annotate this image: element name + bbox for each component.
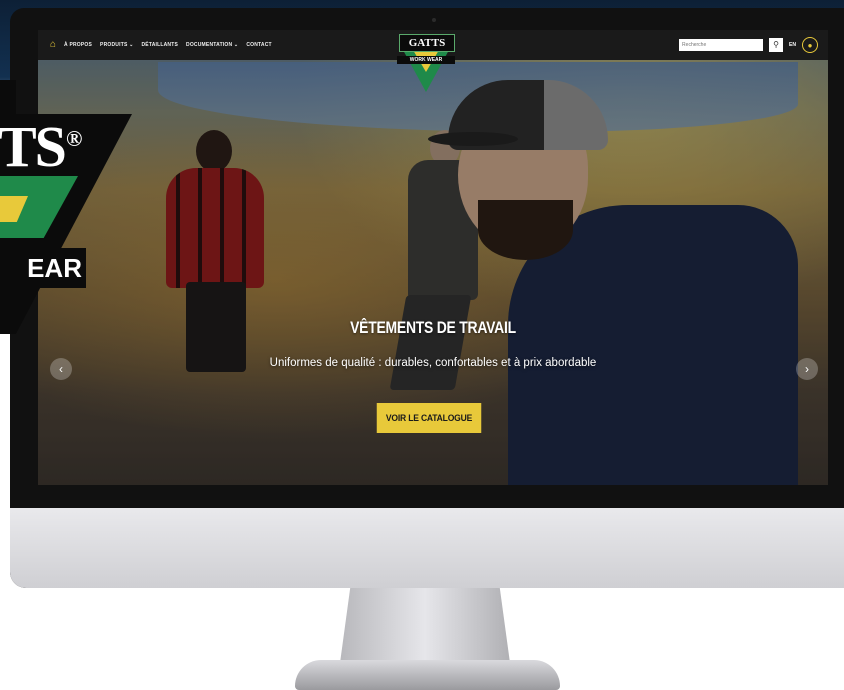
nav-menu: ⌂ À PROPOS PRODUITS ⌄ DÉTAILLANTS DOCUME… [38,40,272,50]
search-input[interactable] [679,39,764,51]
search-icon[interactable]: ⚲ [769,38,784,52]
nav-item-a-propos[interactable]: À PROPOS [64,42,92,48]
brand-logo-overlay: TS ® EAR [0,80,140,340]
chevron-right-icon[interactable]: › [796,358,818,380]
site-logo[interactable]: GATTS WORK WEAR [393,34,459,94]
nav-item-documentation[interactable]: DOCUMENTATION ⌄ [186,42,238,48]
monitor-chin [10,508,844,588]
logo-text: GATTS [399,34,455,52]
brand-subtext: EAR [0,248,86,288]
language-toggle[interactable]: EN [789,42,796,48]
brand-registered-mark: ® [66,126,83,151]
home-icon[interactable]: ⌂ [50,40,56,50]
website-screen: ⌂ À PROPOS PRODUITS ⌄ DÉTAILLANTS DOCUME… [38,30,828,485]
camera-icon [432,18,436,22]
brand-text: TS [0,114,67,179]
chevron-left-icon[interactable]: ‹ [50,358,72,380]
nav-item-produits[interactable]: PRODUITS ⌄ [100,42,133,48]
nav-item-detaillants[interactable]: DÉTAILLANTS [141,42,178,48]
monitor-stand [340,588,510,663]
hero-subtitle: Uniformes de qualité : durables, confort… [269,357,597,369]
monitor-stand-base [295,660,560,690]
logo-subtext: WORK WEAR [397,56,455,64]
account-icon[interactable]: ● [802,37,818,53]
hero-title: VÊTEMENTS DE TRAVAIL [350,318,516,337]
nav-tools: ⚲ EN ● [679,37,818,53]
view-catalog-button[interactable]: VOIR LE CATALOGUE [376,403,482,433]
nav-item-contact[interactable]: CONTACT [246,42,271,48]
